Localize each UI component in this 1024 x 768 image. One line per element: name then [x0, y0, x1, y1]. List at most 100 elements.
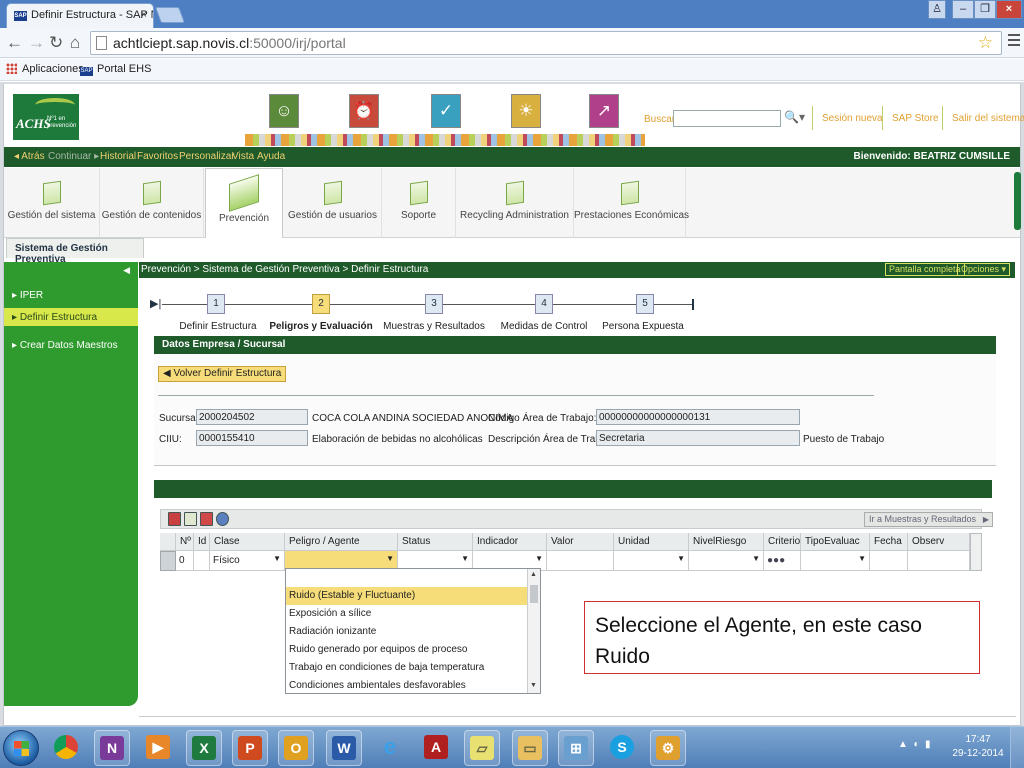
go-to-samples-button[interactable]: Ir a Muestras y Resultados ▶	[864, 512, 994, 527]
dropdown-option[interactable]: Ruido generado por equipos de proceso	[286, 641, 527, 659]
close-window-button[interactable]: ×	[996, 0, 1022, 19]
column-header-n[interactable]: Nº	[176, 533, 194, 551]
scroll-up-icon[interactable]: ▲	[530, 571, 537, 578]
nav-favorites[interactable]: Favoritos	[137, 151, 178, 162]
nav-history[interactable]: Historial	[100, 151, 136, 162]
step-2[interactable]: 2	[312, 294, 330, 314]
file-explorer-icon[interactable]: ▭	[512, 730, 548, 766]
browser-menu-icon[interactable]	[1008, 34, 1020, 49]
address-bar[interactable]: achtlciept.sap.novis.cl:50000/irj/portal…	[90, 31, 1002, 55]
column-header-nivelriesgo[interactable]: NivelRiesgo	[689, 533, 764, 551]
save-icon[interactable]	[168, 512, 181, 526]
step-1[interactable]: 1	[207, 294, 225, 314]
nav-personalize[interactable]: Personalizar	[179, 151, 235, 162]
detail-search-icon[interactable]	[216, 512, 229, 526]
column-header-unidad[interactable]: Unidad	[614, 533, 689, 551]
tab-gestion-sistema[interactable]: Gestión del sistema	[4, 168, 100, 238]
sap-store-link[interactable]: SAP Store	[892, 113, 939, 124]
column-header-indicador[interactable]: Indicador	[473, 533, 547, 551]
tab-gestion-usuarios[interactable]: Gestión de usuarios	[284, 168, 382, 238]
step-5[interactable]: 5	[636, 294, 654, 314]
step-3[interactable]: 3	[425, 294, 443, 314]
add-row-icon[interactable]	[184, 512, 197, 526]
clock[interactable]: 17:47 29-12-2014	[952, 733, 1004, 761]
cell-tipoevaluac-select[interactable]: ▼	[801, 551, 870, 571]
scroll-down-icon[interactable]: ▼	[530, 682, 537, 689]
minimize-button[interactable]: –	[952, 0, 974, 19]
grid-vertical-scrollbar[interactable]	[970, 533, 982, 571]
reload-icon[interactable]: ↻	[49, 33, 63, 53]
onenote-icon[interactable]: N	[94, 730, 130, 766]
cell-criterio[interactable]: ●●●	[764, 551, 801, 571]
bookmark-star-icon[interactable]: ☆	[978, 33, 993, 53]
search-icon[interactable]: 🔍▾	[784, 110, 805, 124]
dropdown-option[interactable]: Radiación ionizante	[286, 623, 527, 641]
nav-forward[interactable]: Continuar ▸	[48, 151, 99, 162]
dropdown-option[interactable]: Ruido (Estable y Fluctuante)	[286, 587, 527, 605]
back-to-structure-button[interactable]: ◀ Volver Definir Estructura	[158, 366, 287, 382]
nav-view[interactable]: Vista	[232, 151, 254, 162]
sap-gui-icon[interactable]: ⚙	[650, 730, 686, 766]
ie-icon[interactable]: e	[372, 730, 408, 766]
sucursal-field[interactable]: 2000204502	[196, 409, 308, 425]
nav-item-definir-estructura[interactable]: ▸ Definir Estructura	[4, 308, 138, 326]
full-screen-button[interactable]: Pantalla completa	[885, 263, 965, 276]
new-session-link[interactable]: Sesión nueva	[822, 113, 883, 124]
outlook-icon[interactable]: O	[278, 730, 314, 766]
search-input[interactable]	[673, 110, 781, 127]
step-4[interactable]: 4	[535, 294, 553, 314]
cell-observ-input[interactable]	[908, 551, 970, 571]
column-header-tipoevaluac[interactable]: TipoEvaluac	[801, 533, 870, 551]
nav-help[interactable]: Ayuda	[257, 151, 285, 162]
bookmark-portal-ehs[interactable]: SAP Portal EHS	[80, 63, 151, 76]
media-player-icon[interactable]: ▶	[140, 730, 176, 766]
column-header-fecha[interactable]: Fecha	[870, 533, 908, 551]
tab-gestion-contenidos[interactable]: Gestión de contenidos	[100, 168, 204, 238]
column-header-valor[interactable]: Valor	[547, 533, 614, 551]
system-tray[interactable]: ▲ ◐ ▮	[898, 739, 931, 750]
ciiu-field[interactable]: 0000155410	[196, 430, 308, 446]
column-header-status[interactable]: Status	[398, 533, 473, 551]
dropdown-option[interactable]: Condiciones ambientales desfavorables	[286, 677, 527, 695]
network-icon[interactable]: ⊞	[558, 730, 594, 766]
tab-sistema-gestion-preventiva[interactable]: Sistema de Gestión Preventiva	[6, 238, 144, 265]
back-arrow-icon[interactable]: ←	[6, 33, 23, 53]
close-tab-icon[interactable]: ×	[141, 9, 147, 21]
acrobat-icon[interactable]: A	[418, 730, 454, 766]
column-header-criterio[interactable]: Criterio	[764, 533, 801, 551]
home-icon[interactable]: ⌂	[70, 33, 80, 53]
cell-nivelriesgo-select[interactable]: ▼	[689, 551, 764, 571]
powerpoint-icon[interactable]: P	[232, 730, 268, 766]
codigo-area-field[interactable]: 00000000000000000131	[596, 409, 800, 425]
collapse-nav-icon[interactable]: ◀	[123, 265, 130, 276]
tab-recycling-administration[interactable]: Recycling Administration	[456, 168, 574, 238]
chrome-icon[interactable]	[48, 730, 84, 766]
maximize-button[interactable]: ❐	[974, 0, 996, 19]
nav-item-crear-datos-maestros[interactable]: ▸ Crear Datos Maestros	[4, 336, 138, 354]
user-icon[interactable]: ♙	[928, 0, 946, 19]
logout-link[interactable]: Salir del sistema	[952, 113, 1024, 124]
tools-scroll-handle[interactable]	[1014, 172, 1021, 230]
column-header-observ[interactable]: Observ	[908, 533, 970, 551]
dropdown-option[interactable]: Exposición a sílice	[286, 605, 527, 623]
options-button[interactable]: Opciones ▾	[957, 263, 1011, 276]
new-tab-button[interactable]	[155, 7, 185, 23]
cell-fecha-input[interactable]	[870, 551, 908, 571]
forward-arrow-icon[interactable]: →	[28, 33, 45, 53]
descripcion-area-field[interactable]: Secretaria	[596, 430, 800, 446]
column-header-id[interactable]: Id	[194, 533, 210, 551]
column-header-peligro[interactable]: Peligro / Agente	[285, 533, 398, 551]
start-button[interactable]	[3, 730, 39, 766]
cell-unidad-select[interactable]: ▼	[614, 551, 689, 571]
delete-row-icon[interactable]	[200, 512, 213, 526]
cell-clase-select[interactable]: Físico ▼	[210, 551, 285, 571]
nav-back[interactable]: ◂ Atrás	[14, 151, 45, 162]
column-header-clase[interactable]: Clase	[210, 533, 285, 551]
show-desktop-button[interactable]	[1010, 727, 1024, 768]
tab-prestaciones-economicas[interactable]: Prestaciones Económicas	[574, 168, 689, 238]
sticky-notes-icon[interactable]: ▱	[464, 730, 500, 766]
row-selector[interactable]	[160, 551, 176, 571]
skype-icon[interactable]: S	[604, 730, 640, 766]
bookmark-apps[interactable]: Aplicaciones	[6, 63, 84, 75]
dropdown-option[interactable]: Trabajo en condiciones de baja temperatu…	[286, 659, 527, 677]
